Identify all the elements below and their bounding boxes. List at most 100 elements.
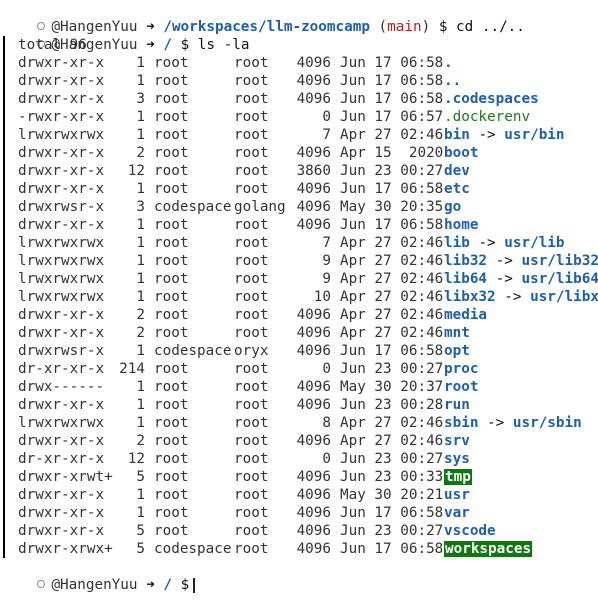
file-date: Apr 27 02:46 (340, 253, 444, 269)
prompt-arrow-icon: ➜ (146, 37, 155, 53)
file-name: srv (444, 433, 470, 449)
ls-total: total 96 (18, 37, 87, 53)
file-size: 7 (322, 235, 331, 251)
file-name: root (444, 379, 479, 395)
file-owner: root (154, 307, 189, 323)
file-date: Jun 17 06:58 (340, 181, 444, 197)
file-name: boot (444, 145, 479, 161)
file-group: root (234, 487, 269, 503)
file-size: 4096 (296, 379, 331, 395)
file-size: 4096 (296, 433, 331, 449)
file-owner: codespace (154, 343, 232, 359)
file-permissions: drwxr-xrwx+ (18, 541, 113, 557)
file-size: 4096 (296, 505, 331, 521)
file-name: opt (444, 343, 470, 359)
file-group: root (234, 109, 269, 125)
file-permissions: lrwxrwxrwx (18, 271, 105, 287)
ls-row: drwxr-xr-x 1 root root 4096 Jun 17 06:58var (18, 504, 470, 522)
file-owner: root (154, 397, 189, 413)
link-count: 5 (136, 541, 145, 557)
link-count: 1 (136, 127, 145, 143)
file-size: 0 (322, 109, 331, 125)
link-count: 1 (136, 271, 145, 287)
link-count: 1 (136, 73, 145, 89)
file-group: oryx (234, 343, 269, 359)
file-group: root (234, 217, 269, 233)
file-name: libx32 (444, 289, 496, 305)
file-group: root (234, 163, 269, 179)
file-group: root (234, 181, 269, 197)
file-name: sys (444, 451, 470, 467)
symlink-arrow: -> (487, 415, 505, 431)
file-group: root (234, 397, 269, 413)
link-count: 1 (136, 109, 145, 125)
file-owner: root (154, 505, 189, 521)
git-branch-name: main (387, 19, 422, 35)
file-size: 4096 (296, 181, 331, 197)
file-permissions: drwxr-xr-x (18, 217, 105, 233)
file-name: etc (444, 181, 470, 197)
file-group: root (234, 541, 269, 557)
file-owner: root (154, 415, 189, 431)
file-permissions: lrwxrwxrwx (18, 127, 105, 143)
file-name: .. (444, 73, 462, 89)
file-permissions: drwxr-xr-x (18, 433, 105, 449)
file-owner: root (154, 163, 189, 179)
link-count: 1 (136, 235, 145, 251)
file-size: 4096 (296, 523, 331, 539)
file-name: var (444, 505, 470, 521)
file-permissions: lrwxrwxrwx (18, 235, 105, 251)
file-owner: root (154, 451, 189, 467)
text-cursor[interactable] (193, 577, 196, 593)
file-date: Apr 27 02:46 (340, 271, 444, 287)
link-count: 2 (136, 325, 145, 341)
link-count: 1 (136, 379, 145, 395)
ls-row: drwxr-xr-x 2 root root 4096 Apr 27 02:46srv (18, 432, 470, 450)
file-name: mnt (444, 325, 470, 341)
file-group: root (234, 307, 269, 323)
file-group: root (234, 91, 269, 107)
file-permissions: drwxr-xrwt+ (18, 469, 113, 485)
link-count: 1 (136, 415, 145, 431)
file-size: 3860 (296, 163, 331, 179)
file-size: 0 (322, 361, 331, 377)
file-name: . (444, 55, 453, 71)
ls-row: lrwxrwxrwx 1 root root 10 Apr 27 02:46libx32 … (18, 288, 598, 306)
link-count: 1 (136, 217, 145, 233)
file-group: root (234, 325, 269, 341)
prompt-path: / (163, 577, 172, 593)
file-date: Jun 23 00:28 (340, 397, 444, 413)
file-owner: root (154, 361, 189, 377)
ls-row: drwxr-xr-x 1 root root 4096 May 30 20:21usr (18, 486, 470, 504)
prompt-line-3[interactable]: @HangenYuu ➜ / $ (3, 558, 196, 593)
link-count: 2 (136, 307, 145, 323)
file-date: Jun 23 00:33 (340, 469, 444, 485)
file-size: 4096 (296, 307, 331, 323)
file-date: Apr 27 02:46 (340, 325, 444, 341)
file-name: workspaces (444, 541, 533, 557)
ls-row: drwxr-xr-x 1 root root 4096 Jun 23 00:28run (18, 396, 470, 414)
file-group: root (234, 127, 269, 143)
file-name: media (444, 307, 488, 323)
file-permissions: drwxr-xr-x (18, 325, 105, 341)
file-size: 4096 (296, 397, 331, 413)
file-name: run (444, 397, 470, 413)
prompt-symbol: $ (438, 19, 448, 35)
file-name: home (444, 217, 479, 233)
link-count: 1 (136, 343, 145, 359)
file-date: May 30 20:37 (340, 379, 444, 395)
symlink-arrow: -> (478, 235, 496, 251)
file-name: bin (444, 127, 470, 143)
file-name: tmp (444, 469, 472, 485)
file-permissions: dr-xr-xr-x (18, 451, 105, 467)
symlink-arrow: -> (495, 271, 513, 287)
file-group: root (234, 361, 269, 377)
file-permissions: drwxr-xr-x (18, 487, 105, 503)
file-name: lib (444, 235, 470, 251)
file-owner: root (154, 55, 189, 71)
terminal-window[interactable]: @HangenYuu ➜ /workspaces/llm-zoomcamp (m… (0, 0, 598, 593)
file-owner: root (154, 91, 189, 107)
file-name: go (444, 199, 462, 215)
file-name: .codespaces (444, 91, 539, 107)
file-name: proc (444, 361, 479, 377)
